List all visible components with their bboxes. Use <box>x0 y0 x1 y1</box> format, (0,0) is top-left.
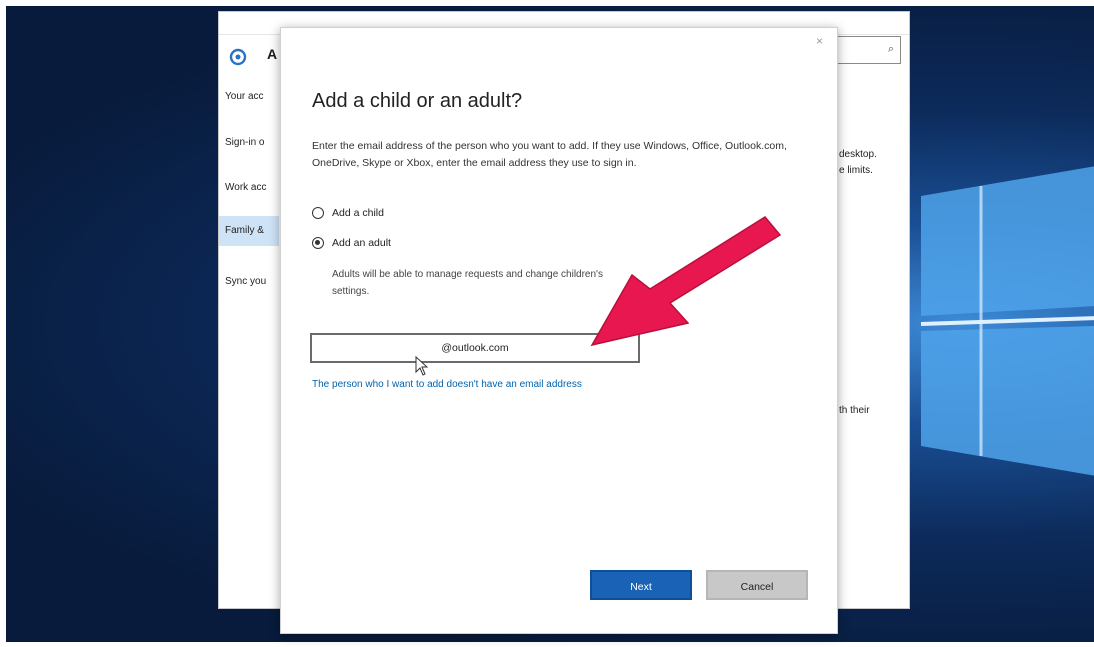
next-button[interactable]: Next <box>590 570 692 600</box>
email-field[interactable] <box>310 333 640 363</box>
gear-icon <box>229 48 247 66</box>
nav-item-family[interactable]: Family & <box>219 216 279 246</box>
side-text-3: th their <box>839 405 870 416</box>
radio-unchecked-icon <box>312 207 324 219</box>
cancel-button[interactable]: Cancel <box>706 570 808 600</box>
no-email-address-link[interactable]: The person who I want to add doesn't hav… <box>312 379 582 390</box>
radio-add-child-label: Add a child <box>332 207 384 219</box>
side-text-1: desktop. <box>839 149 877 160</box>
nav-item-work-access[interactable]: Work acc <box>219 173 279 203</box>
dialog-description: Enter the email address of the person wh… <box>312 140 787 169</box>
close-icon[interactable]: × <box>816 34 823 48</box>
radio-add-child[interactable]: Add a child <box>312 207 384 219</box>
settings-heading: A <box>267 46 278 62</box>
search-icon: ⌕ <box>887 43 894 55</box>
dialog-title: Add a child or an adult? <box>312 90 523 112</box>
radio-checked-icon <box>312 237 324 249</box>
radio-add-adult-label: Add an adult <box>332 237 391 249</box>
side-text-2: e limits. <box>839 165 873 176</box>
nav-item-sync[interactable]: Sync you <box>219 267 279 297</box>
radio-add-adult[interactable]: Add an adult <box>312 237 391 249</box>
windows-logo-wallpaper <box>920 166 1094 476</box>
text-cursor-icon <box>415 356 428 376</box>
adult-note: Adults will be able to manage requests a… <box>332 269 603 297</box>
nav-item-sign-in-options[interactable]: Sign-in o <box>219 128 279 158</box>
nav-item-your-account[interactable]: Your acc <box>219 82 279 112</box>
settings-search-input[interactable]: ⌕ <box>831 36 901 64</box>
add-family-member-dialog: × Add a child or an adult? Enter the ema… <box>280 27 838 634</box>
